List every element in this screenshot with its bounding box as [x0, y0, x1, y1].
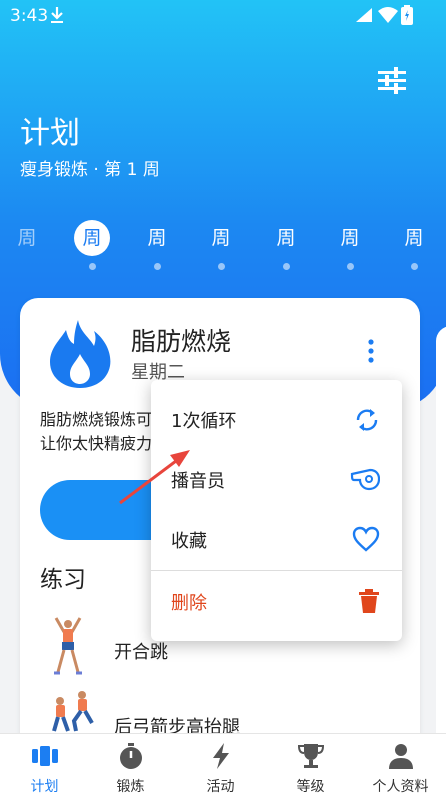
trophy-icon	[297, 744, 325, 768]
week-dot	[88, 263, 96, 270]
week-dot	[282, 263, 290, 270]
exercises-section-title: 练习	[40, 567, 86, 593]
heart-icon	[352, 526, 380, 552]
nav-item-level[interactable]: 等级	[266, 734, 355, 799]
download-icon	[51, 7, 63, 23]
week-tab[interactable]: 周	[137, 220, 177, 270]
lunge-figure-icon	[52, 691, 94, 732]
menu-item-repeat[interactable]: 1次循环	[151, 390, 402, 450]
week-tab[interactable]: 周	[266, 220, 306, 270]
description-line: 让你太快精疲力	[40, 434, 153, 453]
nav-item-workout[interactable]: 锻炼	[86, 734, 175, 799]
nav-item-profile[interactable]: 个人资料	[356, 734, 445, 799]
nav-label: 活动	[206, 779, 235, 795]
nav-label: 计划	[30, 779, 59, 795]
trash-icon	[359, 589, 379, 613]
nav-item-activity[interactable]: 活动	[176, 734, 265, 799]
week-label: 周	[17, 227, 37, 249]
menu-item-label: 播音员	[171, 471, 225, 492]
menu-item-label: 1次循环	[171, 411, 237, 432]
week-label: 周	[74, 220, 110, 256]
wifi-icon	[378, 7, 398, 23]
person-icon	[389, 744, 413, 769]
jumping-jack-figure-icon	[54, 617, 82, 675]
week-label: 周	[147, 227, 167, 249]
nav-label: 锻炼	[116, 779, 145, 795]
menu-item-delete[interactable]: 删除	[151, 572, 402, 632]
signal-icon	[356, 8, 372, 22]
context-menu: 1次循环 播音员 收藏 删除	[151, 380, 402, 641]
week-selector: 周 周 周 周 周 周 周	[0, 220, 446, 280]
repeat-icon	[356, 409, 378, 431]
week-tab[interactable]: 周	[394, 220, 434, 270]
whistle-icon	[350, 468, 380, 491]
week-dot	[410, 263, 418, 270]
week-dot	[217, 263, 225, 270]
week-tab-selected[interactable]: 周	[72, 220, 112, 270]
description-line: 脂肪燃烧锻炼可	[40, 410, 153, 429]
workout-description: 脂肪燃烧锻炼可 让你太快精疲力	[40, 408, 160, 456]
week-dot	[153, 263, 161, 270]
week-label: 周	[404, 227, 424, 249]
menu-item-announcer[interactable]: 播音员	[151, 450, 402, 510]
sliders-icon	[378, 67, 406, 94]
menu-item-label: 删除	[171, 593, 207, 614]
bottom-navigation: 计划 锻炼 活动 等级 个人资料	[0, 733, 446, 799]
nav-item-plan[interactable]: 计划	[0, 734, 89, 799]
next-workout-card-peek[interactable]	[436, 326, 446, 756]
more-options-button[interactable]	[364, 338, 378, 364]
stopwatch-icon	[120, 743, 142, 769]
week-tab[interactable]: 周	[330, 220, 370, 270]
flame-icon	[50, 320, 111, 388]
nav-label: 个人资料	[372, 779, 429, 795]
week-dot	[346, 263, 354, 270]
lightning-icon	[213, 743, 229, 769]
filter-settings-button[interactable]	[376, 66, 408, 96]
more-vertical-icon	[368, 339, 374, 363]
week-label: 周	[211, 227, 231, 249]
status-bar: 3:43	[0, 0, 446, 30]
battery-icon	[401, 5, 413, 25]
workout-title: 脂肪燃烧	[131, 327, 232, 356]
nav-label: 等级	[296, 779, 325, 795]
menu-item-favorite[interactable]: 收藏	[151, 510, 402, 570]
week-tab[interactable]: 周	[7, 220, 47, 256]
page-subtitle: 瘦身锻炼 · 第 1 周	[20, 160, 160, 180]
page-title: 计划	[20, 116, 80, 151]
week-label: 周	[276, 227, 296, 249]
menu-item-label: 收藏	[171, 531, 207, 552]
status-time: 3:43	[10, 6, 49, 26]
week-tab[interactable]: 周	[201, 220, 241, 270]
exercise-name: 开合跳	[114, 642, 168, 663]
plan-icon	[32, 746, 58, 766]
menu-divider	[151, 570, 402, 571]
week-label: 周	[340, 227, 360, 249]
